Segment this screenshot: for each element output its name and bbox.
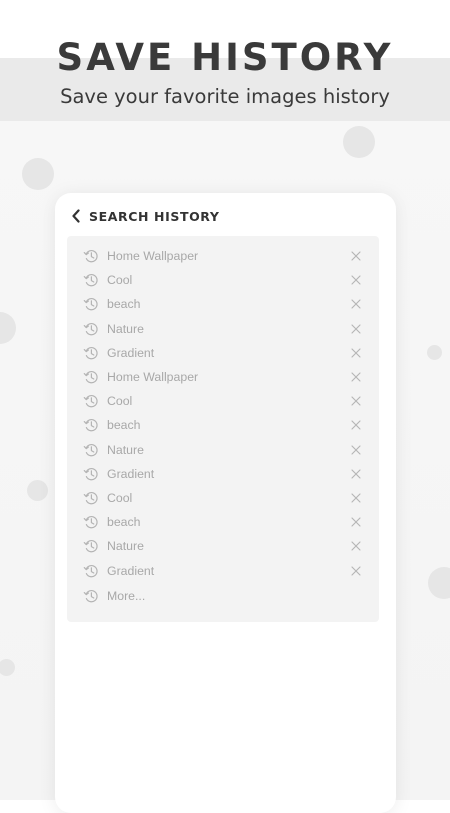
history-item-label: beach (107, 418, 141, 433)
history-icon (83, 492, 98, 505)
close-icon[interactable] (350, 298, 362, 310)
history-icon (83, 564, 98, 577)
app-bar: SEARCH HISTORY (69, 205, 220, 227)
history-item[interactable]: Cool (67, 486, 379, 510)
decor-dot (27, 480, 48, 501)
history-item[interactable]: beach (67, 510, 379, 534)
history-icon (83, 419, 98, 432)
history-item-label: Nature (107, 321, 144, 336)
history-item-label: Cool (107, 273, 133, 288)
history-item-label: Cool (107, 491, 133, 505)
history-item[interactable]: Cool (67, 268, 379, 292)
close-icon[interactable] (350, 444, 362, 456)
page-subtitle: Save your favorite images history (60, 85, 390, 108)
history-icon (83, 467, 98, 481)
page-headline: SAVE HISTORY (56, 36, 394, 79)
more-label: More... (107, 589, 146, 604)
history-icon (83, 346, 98, 360)
history-item[interactable]: Gradient (67, 559, 379, 583)
history-item-label: Cool (107, 394, 133, 409)
history-item-label: Nature (107, 539, 144, 554)
close-icon[interactable] (350, 371, 362, 383)
history-icon (83, 443, 98, 456)
history-icon (83, 516, 98, 529)
history-item[interactable]: beach (67, 413, 379, 437)
history-icon (83, 590, 98, 603)
decor-dot (22, 158, 54, 190)
history-list: Home Wallpaper Cool beach Nature Gradient Hom… (67, 236, 379, 622)
history-icon (83, 250, 98, 263)
history-item-label: beach (107, 515, 141, 530)
close-icon[interactable] (350, 565, 362, 577)
history-icon (83, 395, 98, 408)
close-icon[interactable] (350, 468, 362, 480)
history-icon (83, 540, 98, 553)
history-icon (83, 298, 98, 311)
history-item[interactable]: Nature (67, 317, 379, 341)
history-item-label: Nature (107, 442, 144, 457)
history-item[interactable]: Gradient (67, 462, 379, 486)
history-item-label: Home Wallpaper (107, 370, 199, 384)
close-icon[interactable] (350, 323, 362, 335)
history-item-label: beach (107, 297, 141, 312)
history-item[interactable]: Home Wallpaper (67, 244, 379, 268)
history-item[interactable]: Cool (67, 389, 379, 413)
history-item-label: Gradient (107, 466, 155, 481)
close-icon[interactable] (350, 540, 362, 552)
screen-title: SEARCH HISTORY (89, 208, 220, 224)
history-item-label: Gradient (107, 563, 155, 578)
close-icon[interactable] (350, 250, 362, 262)
decor-dot (343, 126, 375, 158)
history-item[interactable]: Gradient (67, 341, 379, 365)
close-icon[interactable] (350, 516, 362, 528)
history-item-label: Home Wallpaper (107, 249, 199, 263)
history-item-label: Gradient (107, 345, 155, 360)
history-icon (83, 371, 98, 384)
close-icon[interactable] (350, 274, 362, 286)
history-icon (83, 274, 98, 287)
phone-screen: SEARCH HISTORY Home Wallpaper Cool beach Na… (55, 193, 396, 813)
close-icon[interactable] (350, 419, 362, 431)
chevron-left-icon (72, 209, 80, 223)
history-icon (83, 322, 98, 335)
decor-dot (427, 345, 442, 360)
back-button[interactable] (69, 207, 83, 225)
more-button[interactable]: More... (67, 584, 379, 608)
history-item[interactable]: Home Wallpaper (67, 365, 379, 389)
history-item[interactable]: beach (67, 292, 379, 316)
close-icon[interactable] (350, 347, 362, 359)
close-icon[interactable] (350, 492, 362, 504)
history-item[interactable]: Nature (67, 438, 379, 462)
history-item[interactable]: Nature (67, 534, 379, 558)
close-icon[interactable] (350, 395, 362, 407)
